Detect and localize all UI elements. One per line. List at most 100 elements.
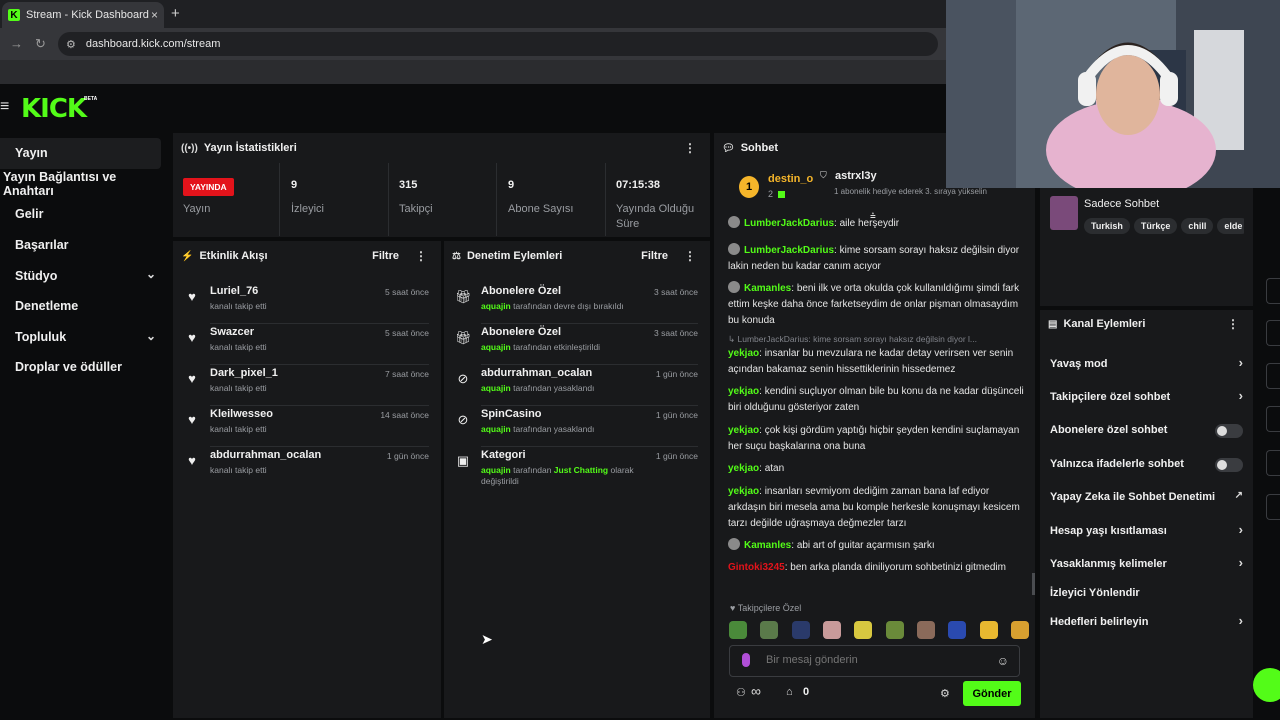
rail-button[interactable] <box>1266 494 1280 520</box>
list-item[interactable]: ♥ Dark_pixel_1 kanalı takip etti 7 saat önc… <box>173 365 441 406</box>
action-subscriber-chat[interactable]: Abonelere özel sohbet <box>1040 413 1253 446</box>
activity-desc: kanalı takip etti <box>210 424 267 434</box>
activity-user: Kleilwesseo <box>210 408 273 420</box>
list-item[interactable]: ♥ Luriel_76 kanalı takip etti 5 saat önce <box>173 283 441 324</box>
new-tab-button[interactable]: + <box>171 5 180 22</box>
chat-message[interactable]: yekjao: çok kişi gördüm yaptığı hiçbir ş… <box>728 423 1028 455</box>
sidebar-item-yayin[interactable]: Yayın <box>0 138 161 169</box>
sidebar-item-studyo[interactable]: Stüdyo ⌄ <box>0 260 168 291</box>
action-goals[interactable]: Hedefleri belirleyin › <box>1040 605 1253 638</box>
chat-message[interactable]: yekjao: atan <box>728 461 1028 477</box>
gifter-name[interactable]: astrxl3y <box>835 170 877 182</box>
moderation-filter-button[interactable]: Filtre <box>641 250 668 262</box>
list-item[interactable]: ⊘ SpinCasino aquajin tarafından yasaklandı… <box>444 406 710 447</box>
support-headset-icon[interactable] <box>1253 668 1280 702</box>
browser-tab[interactable]: K Stream - Kick Dashboard × <box>2 2 164 28</box>
kick-logo[interactable]: KICK <box>21 94 87 124</box>
chat-message[interactable]: Kamanles: abi art of guitar açarmısın şa… <box>728 538 1028 554</box>
action-follower-chat[interactable]: Takipçilere özel sohbet › <box>1040 380 1253 413</box>
tag[interactable]: Türkçe <box>1133 218 1178 234</box>
emote-only-toggle[interactable] <box>1215 458 1243 472</box>
send-button[interactable]: Gönder <box>963 681 1021 706</box>
chat-message[interactable]: Kamanles: beni ilk ve orta okulda çok ku… <box>728 281 1028 329</box>
chat-message[interactable]: LumberJackDarius: kime sorsam sorayı hak… <box>728 243 1028 275</box>
sidebar-item-gelir[interactable]: Gelir <box>0 199 168 230</box>
chevron-down-icon[interactable]: ⌄ <box>146 267 156 281</box>
chat-message[interactable]: LumberJackDarius: aile herşeydir <box>728 216 1028 232</box>
emote-icon[interactable] <box>854 621 873 639</box>
emote-icon[interactable] <box>885 621 904 639</box>
top-gifter-name[interactable]: destin_o <box>768 173 813 185</box>
sidebar-item-topluluk[interactable]: Topluluk ⌄ <box>0 322 168 353</box>
list-item[interactable]: ♥ abdurrahman_ocalan kanalı takip etti 1 gü… <box>173 447 441 488</box>
sidebar-item-stream-key[interactable]: Yayın Bağlantısı ve Anahtarı <box>0 169 168 200</box>
avatar <box>728 216 740 228</box>
stat-label: Takipçi <box>399 203 433 215</box>
list-item[interactable]: ♥ Swazcer kanalı takip etti 5 saat önce <box>173 324 441 365</box>
mod-desc: aquajin tarafından devre dışı bırakıldı <box>481 301 624 311</box>
chevron-down-icon[interactable]: ⌄ <box>146 329 156 343</box>
store-icon[interactable]: ⌂ <box>786 686 793 698</box>
more-icon[interactable]: ⋮ <box>415 249 427 263</box>
tab-close-icon[interactable]: × <box>151 8 158 22</box>
more-icon[interactable]: ⋮ <box>684 141 696 155</box>
chat-message[interactable]: yekjao: kendini suçluyor olman bile bu k… <box>728 384 1028 416</box>
rail-button[interactable] <box>1266 406 1280 432</box>
sidebar-item-droplar[interactable]: Droplar ve ödüller <box>0 352 168 383</box>
emote-icon[interactable] <box>1010 621 1029 639</box>
beta-label: BETA <box>84 96 98 102</box>
emote-icon[interactable] <box>916 621 935 639</box>
microphone-icon[interactable] <box>742 653 750 667</box>
stream-thumbnail[interactable] <box>1050 196 1078 230</box>
more-icon[interactable]: ⋮ <box>684 249 696 263</box>
chat-message[interactable]: yekjao: insanları sevmiyom dediğim zaman… <box>728 484 1028 532</box>
rail-button[interactable] <box>1266 363 1280 389</box>
tag[interactable]: chill <box>1181 218 1214 234</box>
rail-button[interactable] <box>1266 450 1280 476</box>
activity-filter-button[interactable]: Filtre <box>372 250 399 262</box>
rail-button[interactable] <box>1266 320 1280 346</box>
list-item[interactable]: ⊘ abdurrahman_ocalan aquajin tarafından ya… <box>444 365 710 406</box>
emote-icon[interactable] <box>948 621 967 639</box>
gear-icon[interactable]: ⚙ <box>940 687 950 700</box>
address-bar[interactable]: ⚙ <box>58 32 938 56</box>
action-emote-only[interactable]: Yalnızca ifadelerle sohbet <box>1040 447 1253 480</box>
store-counter: 0 <box>803 686 810 698</box>
list-item[interactable]: ▣ Kategori aquajin tarafından Just Chattin… <box>444 447 710 497</box>
chevron-right-icon: › <box>1238 388 1243 403</box>
mod-target: SpinCasino <box>481 408 542 420</box>
emote-icon[interactable] <box>979 621 998 639</box>
chat-message[interactable]: Gintoki3245: ben arka planda diniliyorum… <box>728 560 1028 576</box>
chat-input[interactable] <box>766 654 986 666</box>
more-icon[interactable]: ⋮ <box>1227 317 1239 331</box>
tag[interactable]: elde <box>1217 218 1244 234</box>
chat-scrollbar[interactable] <box>1032 573 1035 595</box>
emoji-icon[interactable]: ☺ <box>997 654 1009 668</box>
url-input[interactable] <box>85 38 686 50</box>
rail-button[interactable] <box>1266 278 1280 304</box>
subscriber-chat-toggle[interactable] <box>1215 424 1243 438</box>
action-account-age[interactable]: Hesap yaşı kısıtlaması › <box>1040 514 1253 547</box>
emote-icon[interactable] <box>760 621 779 639</box>
sidebar-item-basarilar[interactable]: Başarılar <box>0 230 168 261</box>
chat-input-box[interactable]: ☺ <box>729 645 1020 677</box>
emote-icon[interactable] <box>729 621 747 639</box>
list-item[interactable]: ♥ Kleilwesseo kanalı takip etti 14 saat önc… <box>173 406 441 447</box>
mod-desc: aquajin tarafından yasaklandı <box>481 424 595 434</box>
chat-message[interactable]: yekjao: insanlar bu mevzulara ne kadar d… <box>728 346 1028 378</box>
tag[interactable]: Turkish <box>1084 218 1130 234</box>
emote-icon[interactable] <box>791 621 810 639</box>
reload-icon[interactable]: ↻ <box>35 36 46 52</box>
activity-time: 5 saat önce <box>385 328 429 338</box>
users-icon[interactable]: ⚇ <box>736 686 746 699</box>
list-item[interactable]: 🎁︎ Abonelere Özel aquajin tarafından devre… <box>444 283 710 324</box>
sidebar-item-denetleme[interactable]: Denetleme <box>0 291 168 322</box>
emote-icon[interactable] <box>822 621 841 639</box>
action-slow-mode[interactable]: Yavaş mod › <box>1040 347 1253 380</box>
menu-icon[interactable]: ≡ <box>0 98 9 116</box>
action-ai-moderation[interactable]: Yapay Zeka ile Sohbet Denetimi ↗ <box>1040 480 1253 513</box>
reply-preview[interactable]: ↳ LumberJackDarius: kime sorsam sorayı h… <box>728 331 1028 347</box>
forward-icon[interactable]: → <box>10 36 23 51</box>
list-item[interactable]: 🎁︎ Abonelere Özel aquajin tarafından etkin… <box>444 324 710 365</box>
site-settings-icon[interactable]: ⚙ <box>66 38 76 51</box>
